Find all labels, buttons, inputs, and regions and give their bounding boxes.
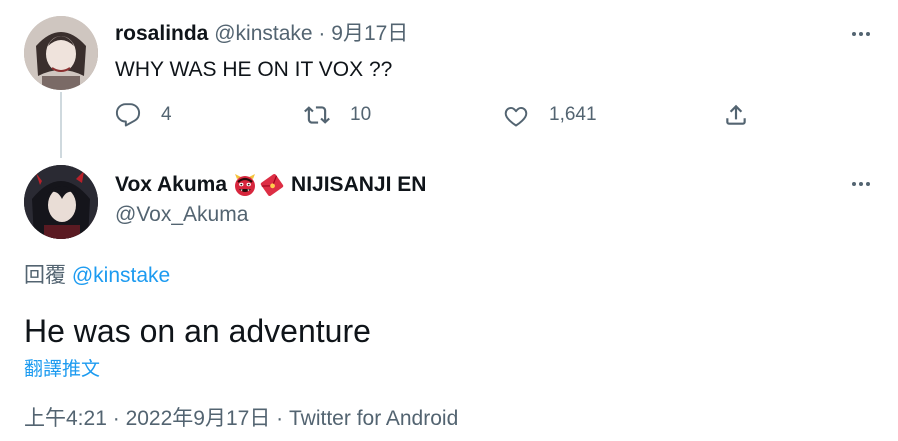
main-more-button[interactable] [846, 174, 876, 194]
main-affiliation[interactable]: NIJISANJI EN [291, 172, 426, 198]
tweet-source-link[interactable]: Twitter for Android [289, 407, 458, 430]
avatar-vox-akuma[interactable] [24, 165, 98, 239]
parent-tweet[interactable]: rosalinda @kinstake · 9月17日 WHY WAS HE O… [0, 0, 898, 150]
retweet-count: 10 [350, 104, 372, 125]
share-icon [726, 104, 746, 125]
tweet-date[interactable]: 2022年9月17日 [126, 407, 271, 430]
red-envelope-emoji-icon [260, 174, 284, 196]
main-display-name[interactable]: Vox Akuma [115, 172, 227, 198]
tweet-time[interactable]: 上午4:21 [24, 407, 107, 430]
parent-handle[interactable]: @kinstake [214, 22, 312, 45]
parent-display-name[interactable]: rosalinda [115, 22, 208, 45]
reply-prefix: 回覆 [24, 264, 66, 287]
thread-connector-line [60, 92, 62, 158]
reply-button[interactable]: 4 [115, 100, 172, 130]
japanese-ogre-emoji-icon [235, 174, 256, 196]
avatar-rosalinda-image [24, 16, 98, 90]
parent-date[interactable]: 9月17日 [331, 22, 408, 45]
meta-separator: · [276, 407, 284, 430]
share-button[interactable] [723, 100, 749, 130]
more-horizontal-icon [852, 32, 856, 36]
meta-separator: · [112, 407, 120, 430]
main-tweet-header: Vox Akuma NIJISANJI EN [115, 172, 426, 198]
parent-more-button[interactable] [846, 24, 876, 44]
reply-count: 4 [161, 104, 172, 125]
avatar-vox-image [24, 165, 98, 239]
replying-to-line: 回覆 @kinstake [24, 264, 170, 288]
parent-action-bar: 4 10 1,641 [115, 100, 775, 130]
retweet-button[interactable]: 10 [304, 100, 371, 130]
retweet-icon [304, 106, 330, 124]
like-button[interactable]: 1,641 [503, 100, 597, 130]
parent-tweet-header: rosalinda @kinstake · 9月17日 [115, 22, 408, 46]
like-count: 1,641 [549, 104, 597, 125]
main-handle[interactable]: @Vox_Akuma [115, 203, 248, 227]
heart-icon [504, 106, 528, 127]
main-tweet-text: He was on an adventure [24, 313, 371, 349]
reply-mention-link[interactable]: @kinstake [72, 264, 170, 287]
translate-tweet-link[interactable]: 翻譯推文 [24, 358, 100, 382]
parent-tweet-text: WHY WAS HE ON IT VOX ?? [115, 58, 393, 81]
more-horizontal-icon [852, 182, 856, 186]
avatar-rosalinda[interactable] [24, 16, 98, 90]
reply-icon [115, 103, 141, 127]
parent-separator: · [318, 22, 326, 45]
tweet-metadata: 上午4:21 · 2022年9月17日 · Twitter for Androi… [24, 406, 458, 432]
